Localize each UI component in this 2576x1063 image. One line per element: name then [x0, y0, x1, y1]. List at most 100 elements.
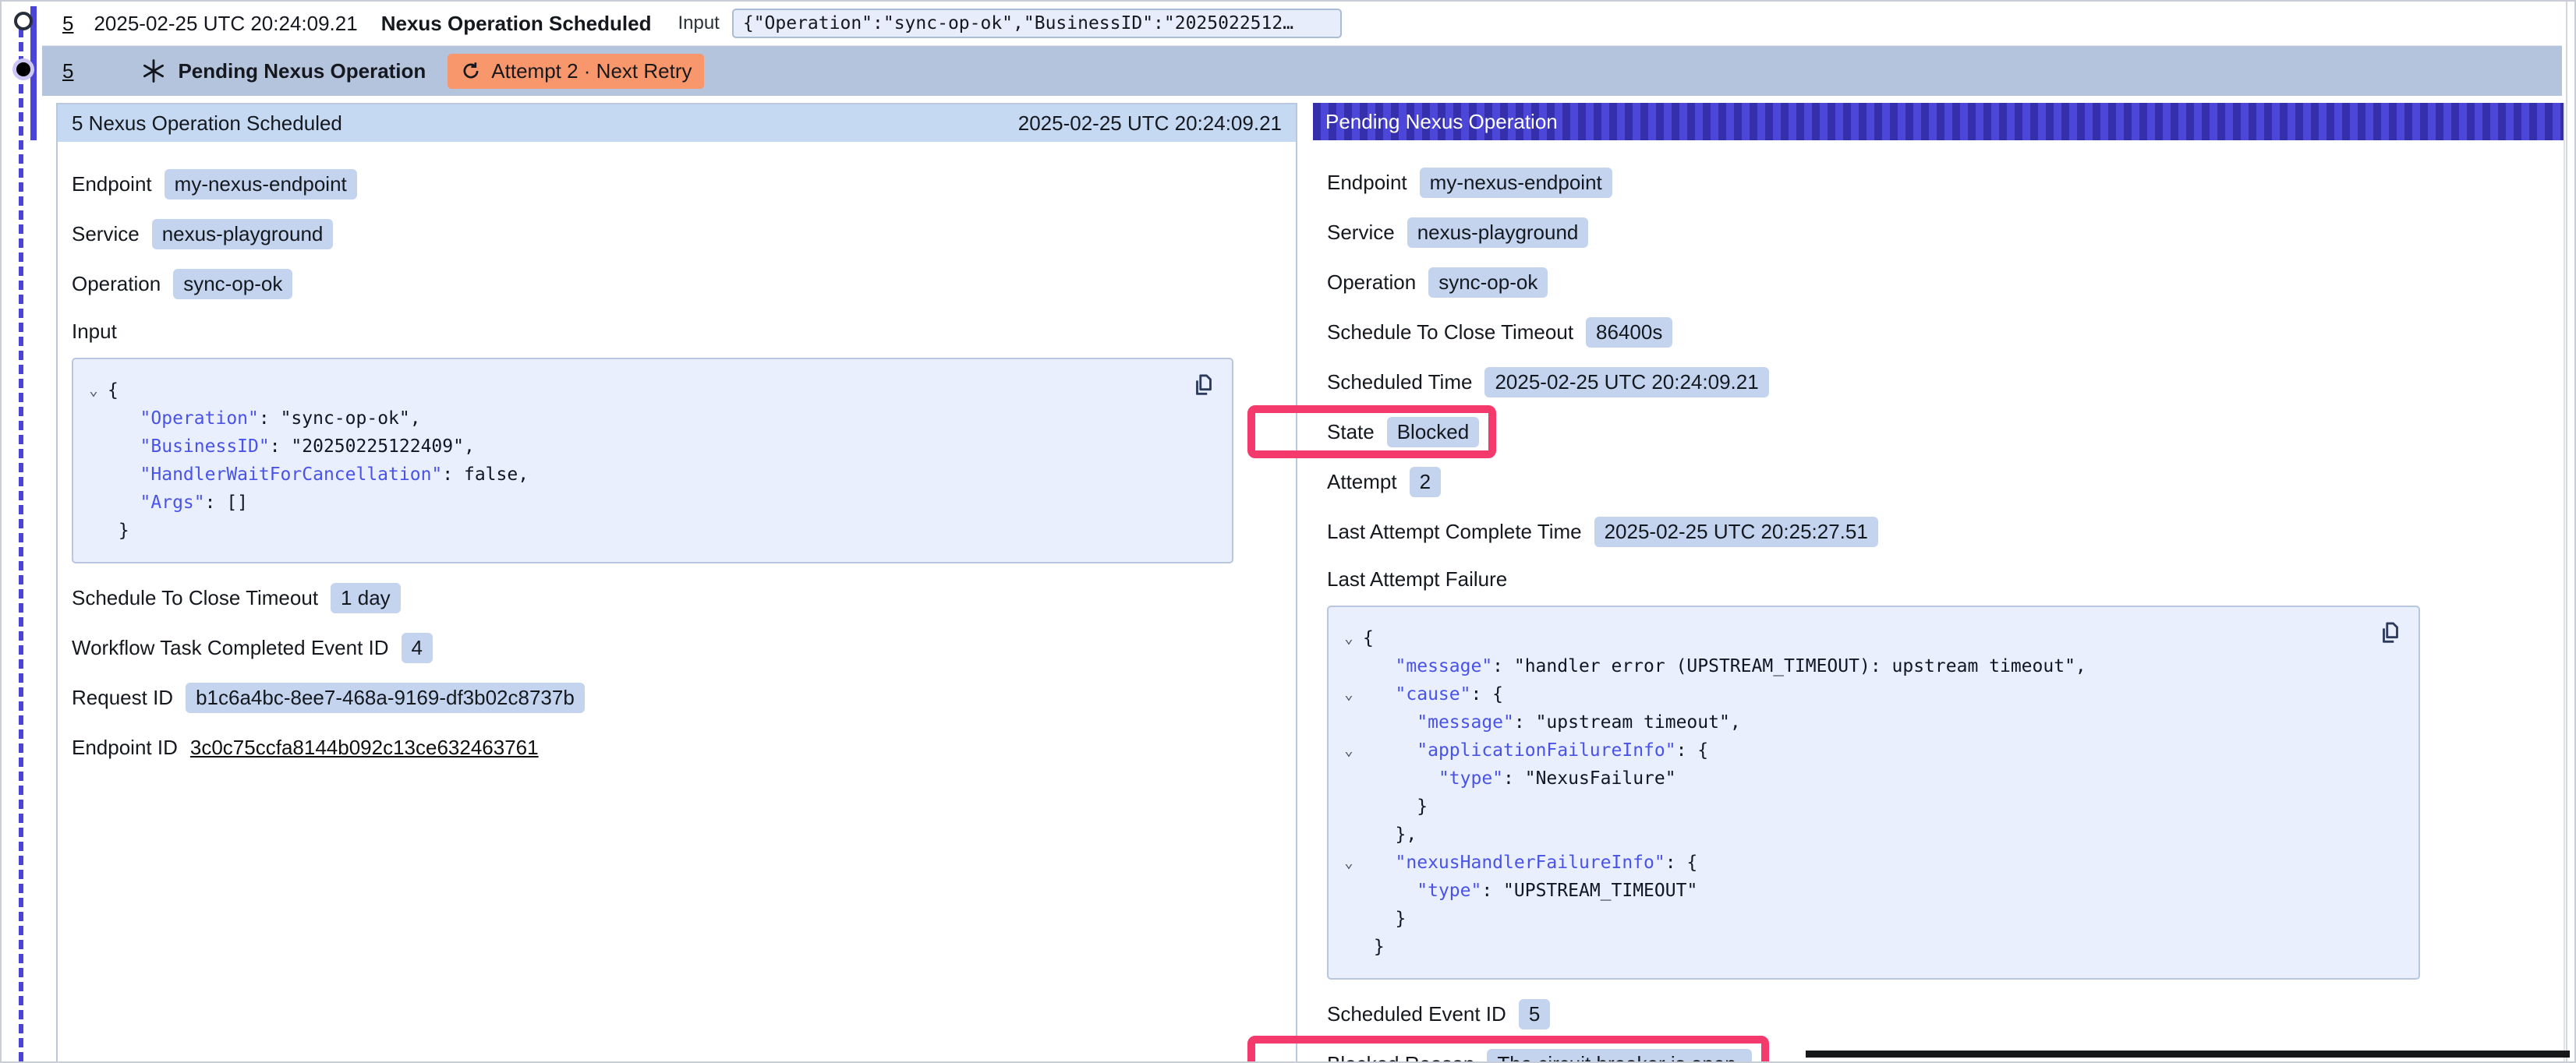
- field-label: Attempt: [1327, 470, 1397, 494]
- json-code: "Operation": "sync-op-ok",: [108, 404, 421, 433]
- field-value-chip: my-nexus-endpoint: [165, 169, 357, 200]
- field-value-chip: sync-op-ok: [173, 269, 292, 299]
- json-gutter: [80, 404, 108, 433]
- json-code: }: [1363, 905, 1406, 933]
- json-line: ⌄ "cause": {: [1335, 680, 2372, 708]
- event-row-pending[interactable]: 5 Pending Nexus Operation Attempt 2 · Ne…: [42, 46, 2562, 96]
- field-value-chip: b1c6a4bc-8ee7-468a-9169-df3b02c8737b: [186, 683, 585, 713]
- json-line: }: [1335, 905, 2372, 933]
- field-row-service: Service nexus-playground: [72, 218, 1233, 249]
- json-line: "Operation": "sync-op-ok",: [80, 404, 1185, 433]
- field-row-request-id: Request IDb1c6a4bc-8ee7-468a-9169-df3b02…: [72, 682, 1233, 713]
- field-value-chip: nexus-playground: [152, 219, 334, 249]
- field-row-endpoint: Endpointmy-nexus-endpoint: [1327, 167, 2420, 198]
- panel-right-title: Pending Nexus Operation: [1325, 110, 1558, 134]
- field-row-endpoint: Endpoint my-nexus-endpoint: [72, 168, 1233, 200]
- json-line: "type": "NexusFailure": [1335, 765, 2372, 793]
- field-value-chip: nexus-playground: [1407, 217, 1589, 248]
- event-id-link[interactable]: 5: [62, 12, 73, 36]
- field-label: Service: [1327, 221, 1395, 245]
- json-line: ⌄{: [1335, 624, 2372, 652]
- field-value-link[interactable]: 3c0c75ccfa8144b092c13ce632463761: [190, 736, 539, 760]
- field-row-schedule-to-close-timeout: Schedule To Close Timeout1 day: [72, 582, 1233, 613]
- json-line: }: [1335, 933, 2372, 961]
- field-value-chip: 2025-02-25 UTC 20:24:09.21: [1484, 367, 1768, 397]
- field-value-chip: 5: [1519, 999, 1550, 1029]
- field-label: Last Attempt Complete Time: [1327, 520, 1582, 544]
- field-row-blocked-reason: Blocked ReasonThe circuit breaker is ope…: [1327, 1048, 1752, 1063]
- field-label: Blocked Reason: [1327, 1052, 1474, 1063]
- retry-icon: [460, 60, 482, 82]
- field-value-chip: 2: [1410, 467, 1441, 497]
- field-value-chip: 86400s: [1586, 317, 1672, 348]
- json-code: "type": "NexusFailure": [1363, 765, 1676, 793]
- field-label: Scheduled Time: [1327, 370, 1472, 394]
- panel-right-header: Pending Nexus Operation: [1313, 103, 2565, 140]
- json-gutter: [1335, 933, 1363, 961]
- json-code: }: [1363, 933, 1385, 961]
- json-code: },: [1363, 821, 1417, 849]
- chevron-down-icon[interactable]: ⌄: [1335, 736, 1363, 765]
- failure-json-block: ⌄{ "message": "handler error (UPSTREAM_T…: [1327, 606, 2420, 980]
- copy-icon[interactable]: [1190, 372, 1218, 400]
- chevron-down-icon[interactable]: ⌄: [1335, 680, 1363, 708]
- json-code: {: [108, 376, 119, 404]
- json-line: },: [1335, 821, 2372, 849]
- field-row-attempt: Attempt 2: [1327, 466, 2420, 497]
- filled-circle-marker: [12, 58, 34, 80]
- attempt-retry-badge: Attempt 2 · Next Retry: [448, 54, 704, 89]
- field-row-workflow-task-completed-event-id: Workflow Task Completed Event ID4: [72, 632, 1233, 663]
- chevron-down-icon[interactable]: ⌄: [1335, 624, 1363, 652]
- field-label: Endpoint: [72, 172, 152, 196]
- field-row-state: StateBlocked: [1327, 416, 1479, 447]
- field-row-operation: Operationsync-op-ok: [1327, 267, 2420, 298]
- json-line: "message": "upstream timeout",: [1335, 708, 2372, 736]
- panel-left-title: 5 Nexus Operation Scheduled: [72, 111, 342, 136]
- field-label: Operation: [1327, 270, 1416, 295]
- json-code: {: [1363, 624, 1374, 652]
- copy-icon[interactable]: [2376, 620, 2404, 648]
- json-code: "BusinessID": "20250225122409",: [108, 433, 475, 461]
- panel-pending-nexus-operation: Pending Nexus Operation Endpointmy-nexus…: [1313, 103, 2565, 1061]
- json-line: "Args": []: [80, 489, 1185, 517]
- json-code: "message": "upstream timeout",: [1363, 708, 1741, 736]
- json-code: "applicationFailureInfo": {: [1363, 736, 1708, 765]
- json-code: "message": "handler error (UPSTREAM_TIME…: [1363, 652, 2086, 680]
- last-attempt-failure-label: Last Attempt Failure: [1327, 567, 2420, 592]
- field-row-endpoint-id: Endpoint ID 3c0c75ccfa8144b092c13ce632463…: [72, 732, 1233, 763]
- bottom-border-line: [1806, 1051, 2570, 1058]
- json-line: "type": "UPSTREAM_TIMEOUT": [1335, 877, 2372, 905]
- json-line: ⌄ "nexusHandlerFailureInfo": {: [1335, 849, 2372, 877]
- field-value-chip: 4: [402, 633, 433, 663]
- event-name: Nexus Operation Scheduled: [381, 12, 652, 36]
- event-id-link[interactable]: 5: [62, 59, 73, 83]
- panel-left-timestamp: 2025-02-25 UTC 20:24:09.21: [1018, 111, 1282, 136]
- json-gutter: [80, 489, 108, 517]
- field-row-scheduled-time: Scheduled Time 2025-02-25 UTC 20:24:09.21: [1327, 366, 2420, 397]
- json-code: "Args": []: [108, 489, 248, 517]
- field-label: Scheduled Event ID: [1327, 1002, 1506, 1026]
- field-label: Endpoint ID: [72, 736, 178, 760]
- json-gutter: [80, 433, 108, 461]
- field-label: Service: [72, 222, 140, 246]
- chevron-down-icon[interactable]: ⌄: [80, 376, 108, 404]
- json-line: "HandlerWaitForCancellation": false,: [80, 461, 1185, 489]
- chevron-down-icon[interactable]: ⌄: [1335, 849, 1363, 877]
- temporal-event-history-view: 5 2025-02-25 UTC 20:24:09.21 Nexus Opera…: [0, 0, 2576, 1063]
- field-row-last-attempt-complete-time: Last Attempt Complete Time2025-02-25 UTC…: [1327, 516, 2420, 547]
- field-row-operation: Operationsync-op-ok: [72, 268, 1233, 299]
- panel-left-header: 5 Nexus Operation Scheduled 2025-02-25 U…: [58, 104, 1296, 142]
- field-label: Endpoint: [1327, 171, 1407, 195]
- field-label: State: [1327, 420, 1375, 444]
- field-row-scheduled-event-id: Scheduled Event ID 5: [1327, 998, 2420, 1029]
- json-code: "nexusHandlerFailureInfo": {: [1363, 849, 1697, 877]
- field-label: Schedule To Close Timeout: [72, 586, 318, 610]
- json-code: "cause": {: [1363, 680, 1503, 708]
- json-line: "message": "handler error (UPSTREAM_TIME…: [1335, 652, 2372, 680]
- event-row-scheduled[interactable]: 5 2025-02-25 UTC 20:24:09.21 Nexus Opera…: [42, 2, 2562, 46]
- event-timestamp: 2025-02-25 UTC 20:24:09.21: [94, 12, 357, 36]
- input-json-block: ⌄{ "Operation": "sync-op-ok", "BusinessI…: [72, 358, 1233, 563]
- json-gutter: [80, 461, 108, 489]
- scrollbar-track[interactable]: [2566, 2, 2567, 1061]
- json-code: "HandlerWaitForCancellation": false,: [108, 461, 529, 489]
